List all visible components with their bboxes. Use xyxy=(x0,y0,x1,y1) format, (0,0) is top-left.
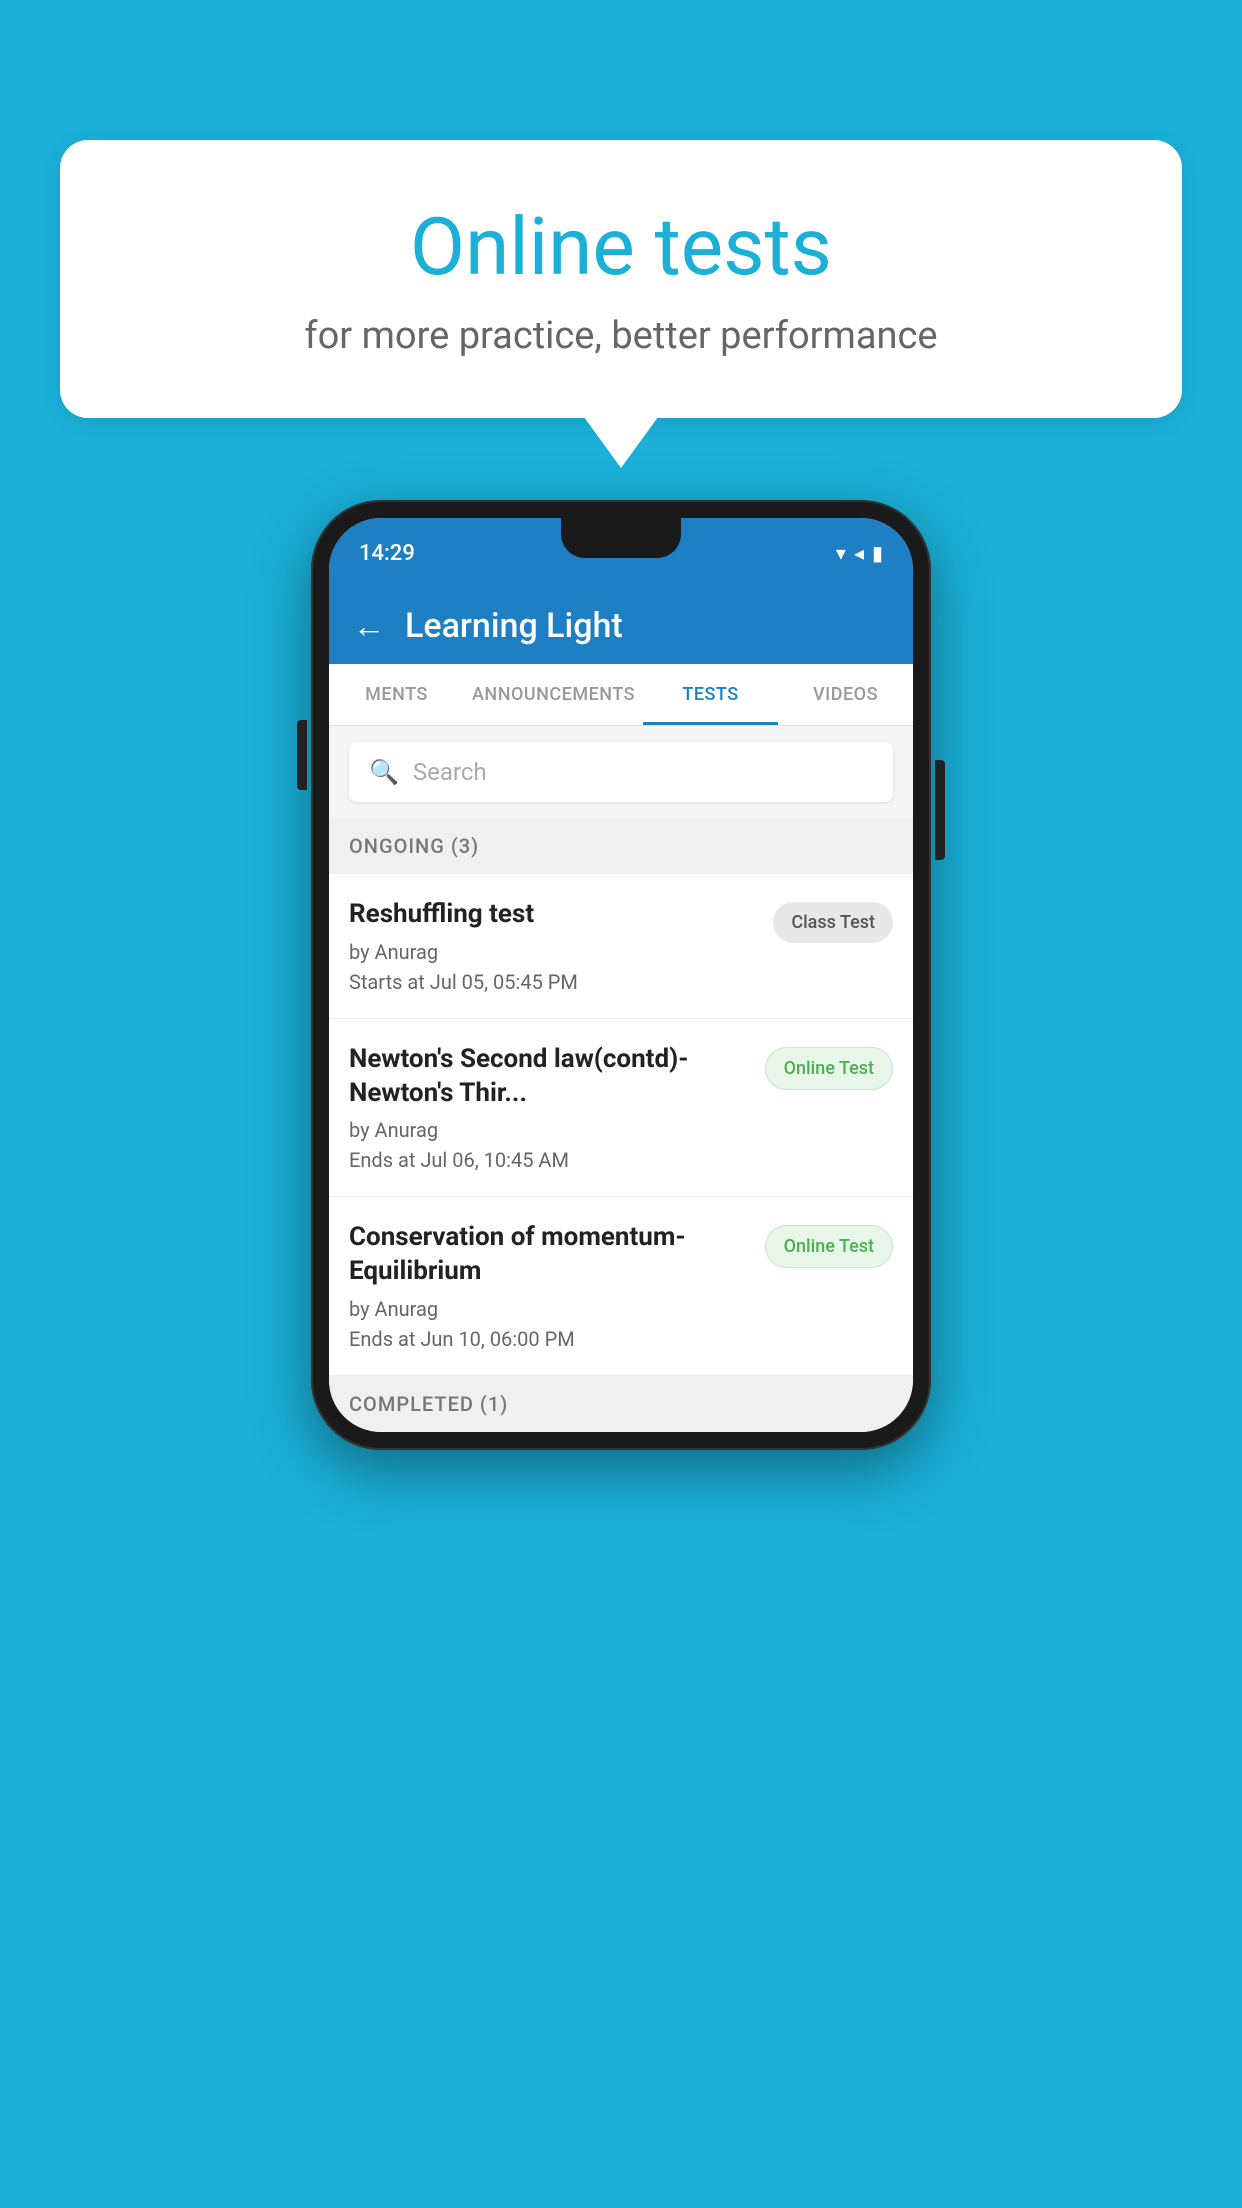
test-name-3: Conservation of momentum-Equilibrium xyxy=(349,1221,749,1289)
test-time-label-2: Ends at xyxy=(349,1148,415,1172)
completed-section-header: COMPLETED (1) xyxy=(329,1376,913,1432)
wifi-icon: ▾ xyxy=(836,541,846,565)
test-name-1: Reshuffling test xyxy=(349,898,757,932)
test-time-label-1: Starts at xyxy=(349,970,425,994)
search-input-placeholder[interactable]: Search xyxy=(413,758,487,786)
search-bar[interactable]: 🔍 Search xyxy=(349,742,893,802)
tab-announcements[interactable]: ANNOUNCEMENTS xyxy=(464,664,643,725)
phone-wrapper: 14:29 ▾ ◂ ▮ ← Learning Light MENTS ANNOU… xyxy=(311,500,931,1450)
test-author-1: by Anurag xyxy=(349,940,757,964)
test-badge-1: Class Test xyxy=(773,902,893,943)
test-item-3[interactable]: Conservation of momentum-Equilibrium by … xyxy=(329,1197,913,1376)
test-info-1: Reshuffling test by Anurag Starts at Jul… xyxy=(349,898,773,994)
app-header: ← Learning Light xyxy=(329,588,913,664)
status-icons: ▾ ◂ ▮ xyxy=(836,541,883,565)
tabs-container: MENTS ANNOUNCEMENTS TESTS VIDEOS xyxy=(329,664,913,726)
ongoing-title: ONGOING (3) xyxy=(349,834,479,858)
test-time-value-1: Jul 05, 05:45 PM xyxy=(430,970,578,994)
speech-bubble-container: Online tests for more practice, better p… xyxy=(60,140,1182,418)
back-arrow-icon[interactable]: ← xyxy=(353,607,385,645)
search-container: 🔍 Search xyxy=(329,726,913,818)
test-badge-2: Online Test xyxy=(765,1047,893,1090)
speech-bubble: Online tests for more practice, better p… xyxy=(60,140,1182,418)
app-title: Learning Light xyxy=(405,606,623,646)
tab-ments[interactable]: MENTS xyxy=(329,664,464,725)
completed-title: COMPLETED (1) xyxy=(349,1392,508,1416)
status-bar: 14:29 ▾ ◂ ▮ xyxy=(329,518,913,588)
test-badge-3: Online Test xyxy=(765,1225,893,1268)
test-time-1: Starts at Jul 05, 05:45 PM xyxy=(349,970,757,994)
phone-outer: 14:29 ▾ ◂ ▮ ← Learning Light MENTS ANNOU… xyxy=(311,500,931,1450)
notch xyxy=(561,518,681,558)
signal-icon: ◂ xyxy=(854,541,864,565)
tab-tests[interactable]: TESTS xyxy=(643,664,778,725)
battery-icon: ▮ xyxy=(872,541,883,565)
ongoing-section-header: ONGOING (3) xyxy=(329,818,913,874)
tab-videos[interactable]: VIDEOS xyxy=(778,664,913,725)
test-time-value-2: Jul 06, 10:45 AM xyxy=(420,1148,569,1172)
test-author-3: by Anurag xyxy=(349,1297,749,1321)
speech-bubble-subtitle: for more practice, better performance xyxy=(140,314,1102,358)
test-info-2: Newton's Second law(contd)-Newton's Thir… xyxy=(349,1043,765,1173)
test-item-2[interactable]: Newton's Second law(contd)-Newton's Thir… xyxy=(329,1019,913,1198)
test-item-1[interactable]: Reshuffling test by Anurag Starts at Jul… xyxy=(329,874,913,1019)
test-time-label-3: Ends at xyxy=(349,1327,415,1351)
test-time-value-3: Jun 10, 06:00 PM xyxy=(420,1327,574,1351)
test-time-3: Ends at Jun 10, 06:00 PM xyxy=(349,1327,749,1351)
test-author-2: by Anurag xyxy=(349,1118,749,1142)
status-time: 14:29 xyxy=(359,541,415,566)
test-info-3: Conservation of momentum-Equilibrium by … xyxy=(349,1221,765,1351)
search-icon: 🔍 xyxy=(369,758,399,786)
test-name-2: Newton's Second law(contd)-Newton's Thir… xyxy=(349,1043,749,1111)
phone-screen: 14:29 ▾ ◂ ▮ ← Learning Light MENTS ANNOU… xyxy=(329,518,913,1432)
test-time-2: Ends at Jul 06, 10:45 AM xyxy=(349,1148,749,1172)
speech-bubble-title: Online tests xyxy=(140,200,1102,294)
